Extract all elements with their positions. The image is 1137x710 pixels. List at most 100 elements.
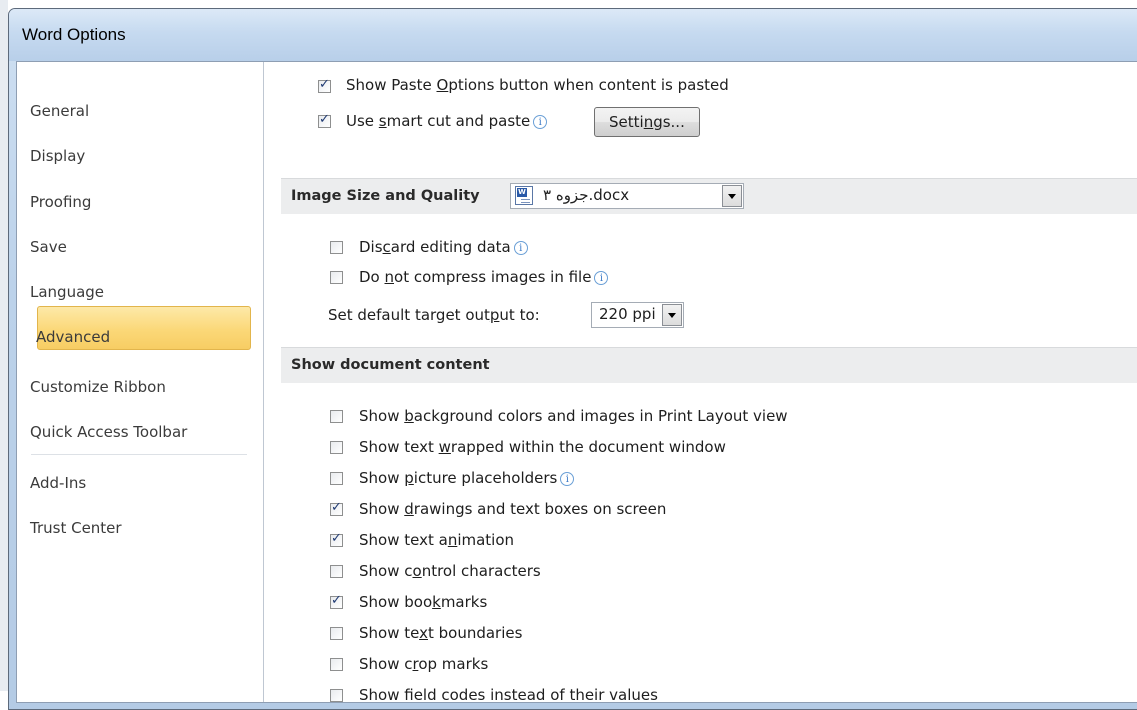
label-text: ard editing data: [390, 238, 511, 256]
label-text: Show text a: [359, 531, 448, 549]
label-accelerator: p: [404, 469, 414, 487]
show-background-colors-checkbox[interactable]: [330, 410, 343, 423]
title-bar[interactable]: Word Options: [9, 9, 1137, 61]
label-accelerator: O: [436, 76, 449, 94]
label-text: Show c: [359, 562, 413, 580]
show-paste-options-label: Show Paste Options button when content i…: [346, 74, 729, 96]
sidebar-item-advanced[interactable]: Advanced: [36, 326, 110, 348]
label-text: Dis: [359, 238, 383, 256]
label-text: ot compress images in file: [394, 268, 592, 286]
sidebar-item-save[interactable]: Save: [30, 236, 67, 258]
word-document-icon: [515, 186, 533, 205]
sidebar-item-display[interactable]: Display: [30, 145, 85, 167]
show-text-animation-checkbox[interactable]: [330, 531, 343, 547]
selected-document: جزوه ۳.docx: [543, 186, 630, 204]
sidebar-divider: [31, 454, 247, 455]
show-drawings-checkbox[interactable]: [330, 500, 343, 516]
sidebar-item-quick-access-toolbar[interactable]: Quick Access Toolbar: [30, 421, 187, 443]
advanced-options-panel: Show Paste Options button when content i…: [264, 62, 1137, 704]
label-text: t boundaries: [427, 624, 523, 642]
sidebar-item-trust-center[interactable]: Trust Center: [30, 517, 122, 539]
options-sidebar: General Display Proofing Save Language A…: [17, 62, 264, 702]
label-accelerator: w: [438, 438, 451, 456]
label-accelerator: k: [432, 593, 441, 611]
button-text: Setti: [609, 113, 644, 131]
do-not-compress-label: Do not compress images in file i: [359, 266, 609, 288]
show-text-boundaries-label: Show text boundaries: [359, 622, 522, 644]
label-accelerator: c: [382, 238, 391, 256]
button-text: gs...: [653, 113, 685, 131]
label-accelerator: p: [489, 306, 500, 324]
smart-cut-paste-checkbox[interactable]: [318, 112, 331, 128]
show-control-characters-label: Show control characters: [359, 560, 541, 582]
label-text: ntrol characters: [421, 562, 541, 580]
do-not-compress-checkbox[interactable]: [330, 271, 343, 284]
label-text: ptions button when content is pasted: [448, 76, 729, 94]
section-header-image-size: Image Size and Quality جزوه ۳.docx: [281, 178, 1137, 214]
section-header-show-document-content: Show document content: [281, 347, 1137, 383]
target-output-label: Set default target output to:: [328, 304, 540, 326]
label-text: marks: [440, 593, 488, 611]
sidebar-item-customize-ribbon[interactable]: Customize Ribbon: [30, 376, 166, 398]
show-bookmarks-checkbox[interactable]: [330, 593, 343, 609]
word-options-dialog: Word Options General Display Proofing Sa…: [8, 8, 1137, 710]
label-accelerator: b: [404, 407, 414, 425]
show-field-codes-label: Show field codes instead of their values: [359, 684, 658, 706]
sidebar-item-proofing[interactable]: Proofing: [30, 191, 91, 213]
label-text: Show field codes instead of their values: [359, 686, 658, 704]
section-title: Show document content: [291, 357, 490, 373]
desktop-background: [0, 0, 8, 691]
label-text: Show: [359, 500, 405, 518]
chevron-down-icon[interactable]: [662, 304, 682, 326]
sidebar-item-general[interactable]: General: [30, 100, 89, 122]
show-crop-marks-label: Show crop marks: [359, 653, 488, 675]
label-text: ackground colors and images in Print Lay…: [413, 407, 788, 425]
label-text: Use: [346, 112, 379, 130]
show-text-animation-label: Show text animation: [359, 529, 514, 551]
settings-button[interactable]: Settings...: [594, 107, 700, 137]
label-text: rawings and text boxes on screen: [413, 500, 667, 518]
show-background-colors-label: Show background colors and images in Pri…: [359, 405, 788, 427]
label-text: Show: [359, 407, 405, 425]
discard-editing-data-label: Discard editing data i: [359, 236, 528, 258]
show-text-boundaries-checkbox[interactable]: [330, 627, 343, 640]
label-text: Show Paste: [346, 76, 437, 94]
document-select[interactable]: جزوه ۳.docx: [510, 183, 744, 209]
label-text: Show c: [359, 655, 413, 673]
show-text-wrapped-label: Show text wrapped within the document wi…: [359, 436, 726, 458]
info-icon[interactable]: i: [560, 471, 575, 486]
label-text: mart cut and paste: [386, 112, 531, 130]
smart-cut-paste-label: Use smart cut and paste i: [346, 110, 548, 132]
label-text: op marks: [418, 655, 489, 673]
show-bookmarks-label: Show bookmarks: [359, 591, 487, 613]
show-picture-placeholders-label: Show picture placeholders i: [359, 467, 575, 489]
chevron-down-icon[interactable]: [722, 185, 742, 207]
label-accelerator: s: [378, 112, 387, 130]
show-drawings-label: Show drawings and text boxes on screen: [359, 498, 666, 520]
show-picture-placeholders-checkbox[interactable]: [330, 472, 343, 485]
sidebar-item-add-ins[interactable]: Add-Ins: [30, 472, 86, 494]
label-text: Do: [359, 268, 385, 286]
label-accelerator: o: [412, 562, 422, 580]
dialog-title: Word Options: [22, 25, 126, 44]
label-text: Show: [359, 469, 405, 487]
label-text: Set default target out: [328, 306, 490, 324]
label-accelerator: n: [447, 531, 458, 549]
label-text: rapped within the document window: [450, 438, 726, 456]
discard-editing-data-checkbox[interactable]: [330, 241, 343, 254]
sidebar-item-language[interactable]: Language: [30, 281, 104, 303]
label-text: ut to:: [499, 306, 540, 324]
info-icon[interactable]: i: [594, 270, 609, 285]
selected-ppi: 220 ppi: [599, 305, 656, 323]
show-control-characters-checkbox[interactable]: [330, 565, 343, 578]
info-icon[interactable]: i: [533, 114, 548, 129]
show-crop-marks-checkbox[interactable]: [330, 658, 343, 671]
info-icon[interactable]: i: [513, 240, 528, 255]
show-text-wrapped-checkbox[interactable]: [330, 441, 343, 454]
ppi-select[interactable]: 220 ppi: [591, 302, 684, 328]
label-text: icture placeholders: [413, 469, 558, 487]
show-paste-options-checkbox[interactable]: [318, 77, 331, 93]
label-accelerator: x: [419, 624, 428, 642]
label-accelerator: n: [384, 268, 395, 286]
label-text: Show boo: [359, 593, 433, 611]
